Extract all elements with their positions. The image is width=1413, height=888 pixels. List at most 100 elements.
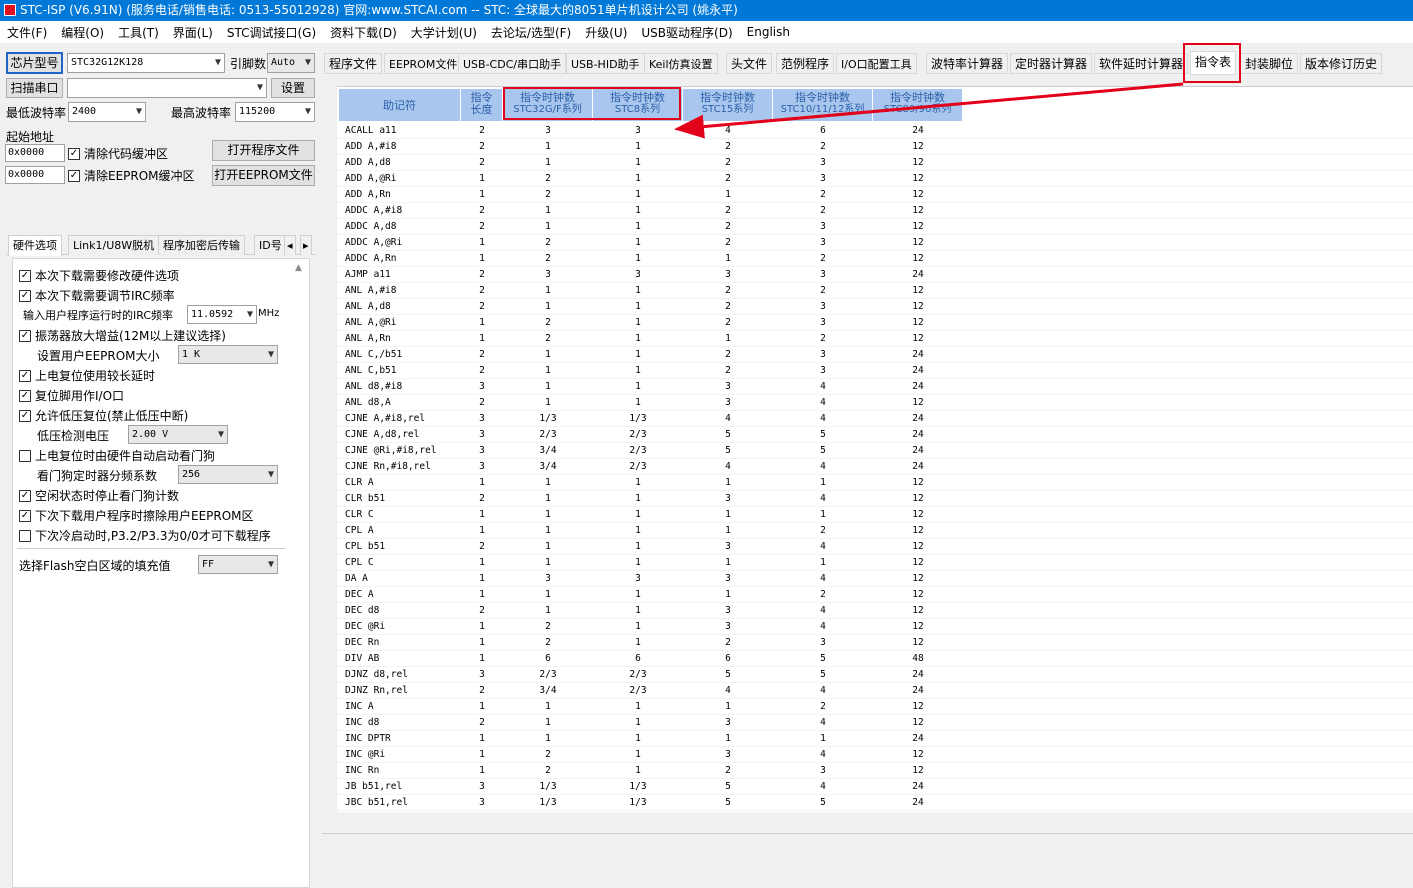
table-row[interactable]: INC Rn 1 2 1 2 3 12 <box>337 763 1413 779</box>
clear-code-checkbox[interactable]: ✓ 清除代码缓冲区 <box>68 145 168 162</box>
table-row[interactable]: CJNE A,d8,rel 3 2/3 2/3 5 5 24 <box>337 427 1413 443</box>
option-low-voltage-reset[interactable]: ✓ 允许低压复位(禁止低压中断) <box>19 407 188 424</box>
option-idle-stop-wdt[interactable]: ✓ 空闲状态时停止看门狗计数 <box>19 487 179 504</box>
table-row[interactable]: ANL d8,A 2 1 1 3 4 12 <box>337 395 1413 411</box>
pin-select[interactable]: Auto ▼ <box>267 53 315 73</box>
tab-encrypt[interactable]: 程序加密后传输 <box>158 235 245 255</box>
table-row[interactable]: ANL A,@Ri 1 2 1 2 3 12 <box>337 315 1413 331</box>
menu-upgrade[interactable]: 升级(U) <box>578 24 634 41</box>
tab-timer-calc[interactable]: 定时器计算器 <box>1010 53 1093 74</box>
flash-fill-select[interactable]: FF ▼ <box>198 555 278 574</box>
table-row[interactable]: DEC A 1 1 1 1 2 12 <box>337 587 1413 603</box>
max-baud-select[interactable]: 115200 ▼ <box>235 102 315 122</box>
table-row[interactable]: ADD A,@Ri 1 2 1 2 3 12 <box>337 171 1413 187</box>
table-row[interactable]: CLR b51 2 1 1 3 4 12 <box>337 491 1413 507</box>
table-row[interactable]: DJNZ Rn,rel 2 3/4 2/3 4 4 24 <box>337 683 1413 699</box>
scan-port-button[interactable]: 扫描串口 <box>6 78 63 98</box>
table-row[interactable]: ANL A,d8 2 1 1 2 3 12 <box>337 299 1413 315</box>
tab-delay-calc[interactable]: 软件延时计算器 <box>1094 53 1189 74</box>
tab-scroll-left-icon[interactable]: ◂ <box>284 235 296 255</box>
option-osc-gain[interactable]: ✓ 振荡器放大增益(12M以上建议选择) <box>19 327 226 344</box>
scroll-up-icon[interactable]: ▲ <box>295 263 302 273</box>
table-row[interactable]: ADD A,Rn 1 2 1 1 2 12 <box>337 187 1413 203</box>
table-row[interactable]: CJNE Rn,#i8,rel 3 3/4 2/3 4 4 24 <box>337 459 1413 475</box>
table-row[interactable]: CPL b51 2 1 1 3 4 12 <box>337 539 1413 555</box>
table-row[interactable]: ADDC A,#i8 2 1 1 2 2 12 <box>337 203 1413 219</box>
table-row[interactable]: ADDC A,Rn 1 2 1 1 2 12 <box>337 251 1413 267</box>
option-auto-watchdog[interactable]: 上电复位时由硬件自动启动看门狗 <box>19 447 215 464</box>
chip-select[interactable]: STC32G12K128 ▼ <box>67 53 225 73</box>
menu-debug[interactable]: STC调试接口(G) <box>220 24 323 41</box>
option-cold-start[interactable]: 下次冷启动时,P3.2/P3.3为0/0才可下载程序 <box>19 527 271 544</box>
address-input-1[interactable]: 0x0000 <box>5 144 65 162</box>
table-row[interactable]: INC d8 2 1 1 3 4 12 <box>337 715 1413 731</box>
table-row[interactable]: JBC b51,rel 3 1/3 1/3 5 5 24 <box>337 795 1413 811</box>
tab-version-history[interactable]: 版本修订历史 <box>1300 53 1383 74</box>
menu-interface[interactable]: 界面(L) <box>166 24 220 41</box>
open-eeprom-button[interactable]: 打开EEPROM文件 <box>212 165 315 186</box>
tab-hardware-options[interactable]: 硬件选项 <box>8 235 62 256</box>
table-row[interactable]: ANL A,Rn 1 2 1 1 2 12 <box>337 331 1413 347</box>
option-modify-hw[interactable]: ✓ 本次下载需要修改硬件选项 <box>19 267 179 284</box>
table-row[interactable]: DJNZ d8,rel 3 2/3 2/3 5 5 24 <box>337 667 1413 683</box>
menu-university[interactable]: 大学计划(U) <box>404 24 484 41</box>
tab-keil-settings[interactable]: Keil仿真设置 <box>644 53 718 74</box>
table-row[interactable]: ACALL a11 2 3 3 4 6 24 <box>337 123 1413 139</box>
port-select[interactable]: ▼ <box>67 78 267 98</box>
table-row[interactable]: CPL C 1 1 1 1 1 12 <box>337 555 1413 571</box>
tab-program-file[interactable]: 程序文件 <box>324 53 383 74</box>
tab-eeprom-file[interactable]: EEPROM文件 <box>384 53 463 74</box>
table-row[interactable]: INC @Ri 1 2 1 3 4 12 <box>337 747 1413 763</box>
table-row[interactable]: CLR C 1 1 1 1 1 12 <box>337 507 1413 523</box>
table-row[interactable]: INC A 1 1 1 1 2 12 <box>337 699 1413 715</box>
option-long-delay[interactable]: ✓ 上电复位使用较长延时 <box>19 367 155 384</box>
table-row[interactable]: ADDC A,d8 2 1 1 2 3 12 <box>337 219 1413 235</box>
tab-link1[interactable]: Link1/U8W脱机 <box>68 235 160 255</box>
watchdog-select[interactable]: 256 ▼ <box>178 465 278 484</box>
address-input-2[interactable]: 0x0000 <box>5 166 65 184</box>
tab-header-file[interactable]: 头文件 <box>726 53 773 74</box>
menu-program[interactable]: 编程(O) <box>54 24 111 41</box>
tab-usb-hid[interactable]: USB-HID助手 <box>566 53 645 74</box>
tab-baud-calc[interactable]: 波特率计算器 <box>926 53 1009 74</box>
table-row[interactable]: JB b51,rel 3 1/3 1/3 5 4 24 <box>337 779 1413 795</box>
menu-file[interactable]: 文件(F) <box>0 24 54 41</box>
table-row[interactable]: ANL A,#i8 2 1 1 2 2 12 <box>337 283 1413 299</box>
table-row[interactable]: CLR A 1 1 1 1 1 12 <box>337 475 1413 491</box>
eeprom-size-select[interactable]: 1 K ▼ <box>178 345 278 364</box>
menu-download[interactable]: 资料下载(D) <box>323 24 404 41</box>
menu-usb-driver[interactable]: USB驱动程序(D) <box>634 24 739 41</box>
option-erase-eeprom[interactable]: ✓ 下次下载用户程序时擦除用户EEPROM区 <box>19 507 254 524</box>
table-row[interactable]: DA A 1 3 3 3 4 12 <box>337 571 1413 587</box>
tab-scroll-right-icon[interactable]: ▸ <box>300 235 312 255</box>
table-row[interactable]: CPL A 1 1 1 1 2 12 <box>337 523 1413 539</box>
options-scrollbar[interactable]: ▲ <box>293 263 307 883</box>
table-row[interactable]: ANL C,/b51 2 1 1 2 3 24 <box>337 347 1413 363</box>
chip-type-button[interactable]: 芯片型号 <box>6 52 63 74</box>
open-program-button[interactable]: 打开程序文件 <box>212 140 315 161</box>
tab-package-pins[interactable]: 封装脚位 <box>1240 53 1299 74</box>
menu-tools[interactable]: 工具(T) <box>111 24 166 41</box>
table-row[interactable]: ADD A,#i8 2 1 1 2 2 12 <box>337 139 1413 155</box>
option-adjust-irc[interactable]: ✓ 本次下载需要调节IRC频率 <box>19 287 175 304</box>
table-row[interactable]: ANL d8,#i8 3 1 1 3 4 24 <box>337 379 1413 395</box>
low-voltage-select[interactable]: 2.00 V ▼ <box>128 425 228 444</box>
menu-forum[interactable]: 去论坛/选型(F) <box>484 24 578 41</box>
table-row[interactable]: DEC d8 2 1 1 3 4 12 <box>337 603 1413 619</box>
tab-examples[interactable]: 范例程序 <box>776 53 835 74</box>
clear-eeprom-checkbox[interactable]: ✓ 清除EEPROM缓冲区 <box>68 167 195 184</box>
menu-english[interactable]: English <box>740 25 797 39</box>
table-row[interactable]: DIV AB 1 6 6 6 5 48 <box>337 651 1413 667</box>
table-row[interactable]: CJNE @Ri,#i8,rel 3 3/4 2/3 5 5 24 <box>337 443 1413 459</box>
tab-io-config[interactable]: I/O口配置工具 <box>836 53 917 74</box>
option-reset-io[interactable]: ✓ 复位脚用作I/O口 <box>19 387 124 404</box>
table-row[interactable]: ADDC A,@Ri 1 2 1 2 3 12 <box>337 235 1413 251</box>
irc-select[interactable]: 11.0592 ▼ <box>187 305 257 324</box>
table-row[interactable]: DEC Rn 1 2 1 2 3 12 <box>337 635 1413 651</box>
table-row[interactable]: INC DPTR 1 1 1 1 1 24 <box>337 731 1413 747</box>
table-row[interactable]: ANL C,b51 2 1 1 2 3 24 <box>337 363 1413 379</box>
tab-id[interactable]: ID号 <box>254 235 287 255</box>
table-row[interactable]: ADD A,d8 2 1 1 2 3 12 <box>337 155 1413 171</box>
min-baud-select[interactable]: 2400 ▼ <box>68 102 146 122</box>
table-row[interactable]: DEC @Ri 1 2 1 3 4 12 <box>337 619 1413 635</box>
